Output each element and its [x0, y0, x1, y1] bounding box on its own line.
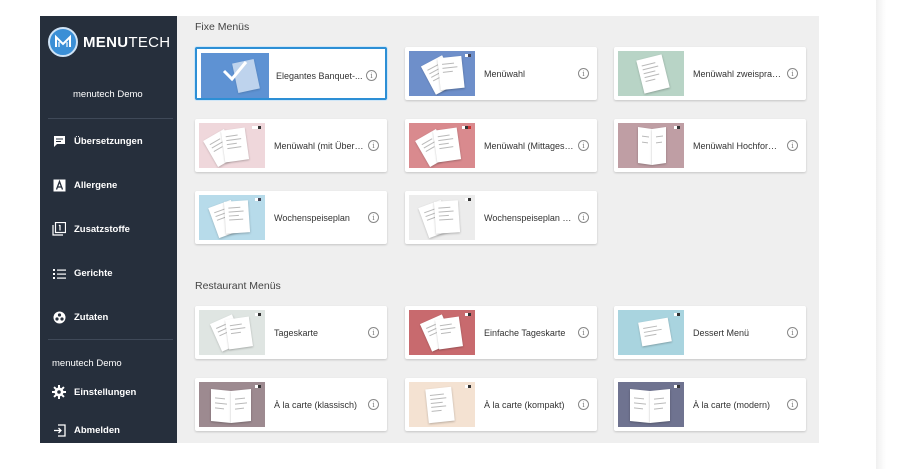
template-card[interactable]: Wochenspeiseplan (ei... i: [405, 191, 597, 244]
current-user: menutech Demo: [73, 89, 143, 100]
logout-icon: [51, 422, 67, 438]
info-icon[interactable]: i: [366, 70, 377, 81]
sidebar: MENUTECH menutech Demo Übersetzungen All…: [40, 16, 177, 443]
template-gallery: Fixe Menüs Elegantes Banquet-... i Menüw…: [177, 16, 819, 443]
sidebar-item-translations[interactable]: Übersetzungen: [48, 129, 173, 153]
logo-mark-icon: [48, 27, 78, 57]
info-icon[interactable]: i: [368, 212, 379, 223]
section-title-restaurant-menus: Restaurant Menüs: [195, 280, 281, 292]
template-thumbnail: [409, 195, 475, 240]
info-icon[interactable]: i: [368, 140, 379, 151]
template-thumbnail: [618, 382, 684, 427]
info-icon[interactable]: i: [578, 399, 589, 410]
template-thumbnail: [618, 123, 684, 168]
template-card[interactable]: Menüwahl (mit Übers... i: [195, 119, 387, 172]
additives-icon: [51, 221, 67, 237]
info-icon[interactable]: i: [787, 140, 798, 151]
info-icon[interactable]: i: [578, 327, 589, 338]
template-thumbnail: [409, 51, 475, 96]
template-thumbnail: [409, 382, 475, 427]
info-icon[interactable]: i: [787, 327, 798, 338]
template-card[interactable]: À la carte (kompakt) i: [405, 378, 597, 431]
info-icon[interactable]: i: [578, 68, 589, 79]
template-card[interactable]: Menüwahl i: [405, 47, 597, 100]
section-title-fixed-menus: Fixe Menüs: [195, 21, 250, 33]
info-icon[interactable]: i: [578, 140, 589, 151]
info-icon[interactable]: i: [787, 68, 798, 79]
info-icon[interactable]: i: [368, 327, 379, 338]
dishes-list-icon: [51, 265, 67, 281]
account-section-label: menutech Demo: [52, 358, 122, 369]
sidebar-item-dishes[interactable]: Gerichte: [48, 261, 173, 285]
template-thumbnail: [409, 310, 475, 355]
template-thumbnail: [199, 310, 265, 355]
page-shadow: [876, 0, 886, 469]
template-card[interactable]: Tageskarte i: [195, 306, 387, 359]
info-icon[interactable]: i: [578, 212, 589, 223]
info-icon[interactable]: i: [787, 399, 798, 410]
gear-icon: [51, 384, 67, 400]
template-thumbnail: [199, 195, 265, 240]
template-card[interactable]: À la carte (modern) i: [614, 378, 806, 431]
template-card[interactable]: Menüwahl Hochformat i: [614, 119, 806, 172]
sidebar-item-settings[interactable]: Einstellungen: [48, 380, 173, 404]
sidebar-divider: [48, 118, 173, 119]
template-card[interactable]: À la carte (klassisch) i: [195, 378, 387, 431]
template-card[interactable]: Einfache Tageskarte i: [405, 306, 597, 359]
template-thumbnail: [618, 310, 684, 355]
template-card[interactable]: Elegantes Banquet-... i: [195, 47, 387, 100]
template-thumbnail: [199, 123, 265, 168]
sidebar-item-allergens[interactable]: Allergene: [48, 173, 173, 197]
checkmark-icon: [222, 61, 248, 82]
template-thumbnail: [199, 382, 265, 427]
template-card[interactable]: Wochenspeiseplan i: [195, 191, 387, 244]
template-card[interactable]: Dessert Menü i: [614, 306, 806, 359]
template-card[interactable]: Menüwahl zweisprachig i: [614, 47, 806, 100]
template-thumbnail: [201, 53, 269, 98]
sidebar-item-logout[interactable]: Abmelden: [48, 418, 173, 442]
template-thumbnail: [409, 123, 475, 168]
template-card[interactable]: Menüwahl (Mittagess... i: [405, 119, 597, 172]
sidebar-divider: [48, 339, 173, 340]
info-icon[interactable]: i: [368, 399, 379, 410]
translations-icon: [51, 133, 67, 149]
brand-logo[interactable]: MENUTECH: [48, 26, 170, 58]
brand-name: MENUTECH: [83, 33, 171, 51]
allergens-icon: [51, 177, 67, 193]
sidebar-item-ingredients[interactable]: Zutaten: [48, 305, 173, 329]
ingredients-icon: [51, 309, 67, 325]
template-thumbnail: [618, 51, 684, 96]
sidebar-item-additives[interactable]: Zusatzstoffe: [48, 217, 173, 241]
